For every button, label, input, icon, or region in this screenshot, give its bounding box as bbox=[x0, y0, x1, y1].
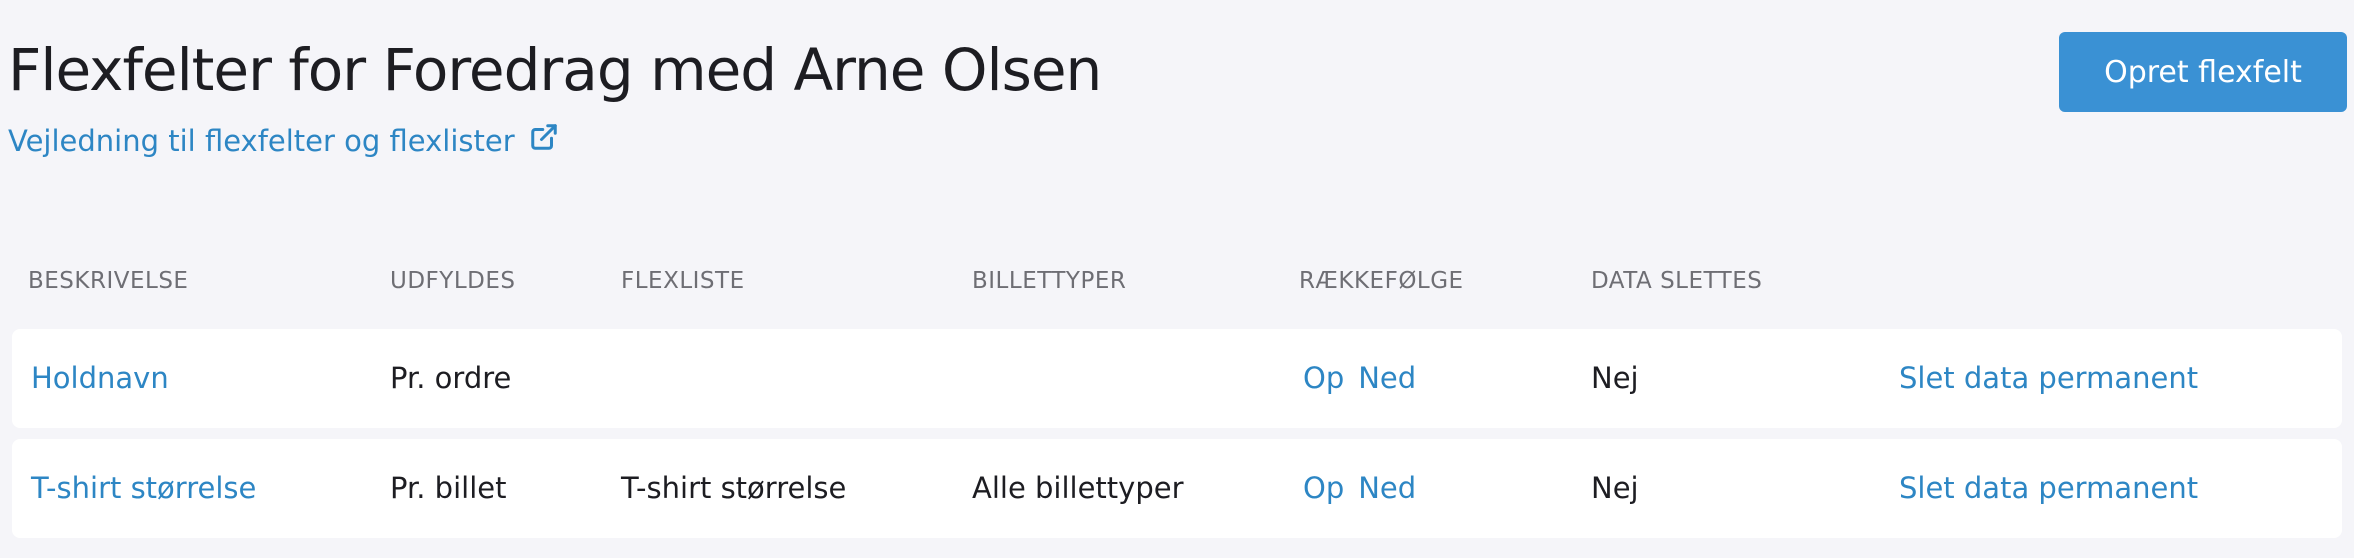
guide-link[interactable]: Vejledning til flexfelter og flexlister bbox=[8, 122, 559, 159]
column-header-description: BESKRIVELSE bbox=[28, 268, 189, 294]
column-header-order: RÆKKEFØLGE bbox=[1299, 268, 1464, 294]
move-up-link[interactable]: Op bbox=[1303, 329, 1344, 428]
order-controls: Op Ned bbox=[1303, 439, 1416, 538]
filled-cell: Pr. ordre bbox=[390, 361, 512, 395]
column-header-flexlist: FLEXLISTE bbox=[621, 268, 745, 294]
ticket-types-cell: Alle billettyper bbox=[972, 471, 1184, 505]
page-title: Flexfelter for Foredrag med Arne Olsen bbox=[8, 36, 1102, 104]
move-up-link[interactable]: Op bbox=[1303, 439, 1344, 538]
filled-cell: Pr. billet bbox=[390, 471, 507, 505]
delete-data-permanent-link[interactable]: Slet data permanent bbox=[1899, 439, 2198, 538]
create-flexfield-button[interactable]: Opret flexfelt bbox=[2059, 32, 2347, 112]
table-row: T-shirt størrelse Pr. billet T-shirt stø… bbox=[12, 439, 2342, 538]
flexlist-cell: T-shirt størrelse bbox=[621, 471, 847, 505]
column-header-data-deleted: DATA SLETTES bbox=[1591, 268, 1763, 294]
flexfield-description-link[interactable]: T-shirt størrelse bbox=[31, 439, 256, 538]
external-link-icon bbox=[529, 122, 559, 159]
table-row: Holdnavn Pr. ordre Op Ned Nej Slet data … bbox=[12, 329, 2342, 428]
data-deleted-cell: Nej bbox=[1591, 361, 1639, 395]
flexfield-description-link[interactable]: Holdnavn bbox=[31, 329, 169, 428]
delete-data-permanent-link[interactable]: Slet data permanent bbox=[1899, 329, 2198, 428]
column-header-filled: UDFYLDES bbox=[390, 268, 516, 294]
move-down-link[interactable]: Ned bbox=[1358, 439, 1416, 538]
move-down-link[interactable]: Ned bbox=[1358, 329, 1416, 428]
table-header: BESKRIVELSE UDFYLDES FLEXLISTE BILLETTYP… bbox=[0, 268, 2354, 304]
order-controls: Op Ned bbox=[1303, 329, 1416, 428]
data-deleted-cell: Nej bbox=[1591, 471, 1639, 505]
guide-link-label: Vejledning til flexfelter og flexlister bbox=[8, 123, 515, 158]
column-header-ticket-types: BILLETTYPER bbox=[972, 268, 1127, 294]
